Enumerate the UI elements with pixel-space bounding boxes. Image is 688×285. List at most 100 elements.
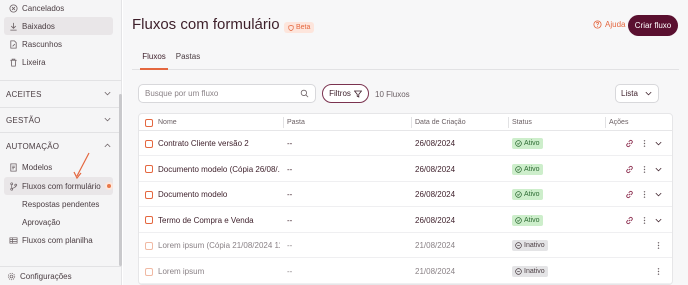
section-aceites[interactable]: ACEITES: [0, 82, 122, 106]
table-row[interactable]: Documento modelo (Cópia 26/08/... -- 26/08…: [139, 157, 672, 182]
select-all-checkbox[interactable]: [145, 114, 153, 131]
x-circle-icon: [8, 3, 18, 13]
sidebar-item-baixados[interactable]: Baixados: [4, 17, 113, 35]
table-row[interactable]: Contrato Cliente versão 2 -- 26/08/2024 Ati…: [139, 131, 672, 156]
sidebar-item-configuracoes[interactable]: Configurações: [0, 266, 122, 285]
sidebar-item-aprovacao[interactable]: Aprovação: [22, 215, 60, 229]
flow-name[interactable]: Documento modelo (Cópia 26/08/...: [158, 157, 280, 182]
beta-badge: Beta: [284, 22, 315, 33]
chevron-down-icon[interactable]: [654, 208, 663, 233]
annotation-arrow-icon: [73, 152, 90, 180]
check-circle-icon: [515, 217, 522, 224]
row-checkbox[interactable]: [145, 259, 153, 284]
sidebar-item-modelos[interactable]: Modelos: [0, 158, 113, 176]
sidebar-item-respostas-pendentes[interactable]: Respostas pendentes: [22, 197, 99, 211]
view-select[interactable]: Lista: [615, 84, 659, 103]
create-flow-button[interactable]: Criar fluxo: [628, 15, 678, 36]
more-vertical-icon[interactable]: [654, 233, 663, 258]
divider: [0, 80, 122, 81]
tab-fluxos[interactable]: Fluxos: [140, 52, 168, 70]
flow-folder: --: [287, 215, 293, 225]
search-input[interactable]: Busque por um fluxo: [138, 84, 316, 103]
column-header-data[interactable]: Data de Criação: [415, 114, 466, 131]
row-checkbox[interactable]: [145, 182, 153, 207]
filters-label: Filtros: [329, 89, 351, 98]
chevron-down-icon[interactable]: [654, 131, 663, 156]
more-vertical-icon[interactable]: [654, 259, 663, 284]
flow-status: Ativo: [512, 182, 543, 207]
row-checkbox[interactable]: [145, 157, 153, 182]
sidebar-item-label: Fluxos com formulário: [22, 181, 101, 191]
more-vertical-icon[interactable]: [640, 182, 649, 207]
flow-status: Ativo: [512, 157, 543, 182]
sidebar-item-fluxos-formulario[interactable]: Fluxos com formulário: [4, 177, 113, 195]
column-separator: [411, 117, 412, 128]
status-badge: Ativo: [512, 138, 543, 149]
sidebar-scrollbar[interactable]: [119, 94, 122, 266]
link-icon[interactable]: [625, 208, 634, 233]
table-row[interactable]: Documento modelo -- 26/08/2024 Ativo: [139, 182, 672, 208]
flow-name[interactable]: Contrato Cliente versão 2: [158, 131, 280, 156]
column-separator: [283, 117, 284, 128]
sidebar-item-label: Fluxos com planilha: [22, 235, 93, 245]
filter-icon: [353, 90, 362, 98]
chevron-down-icon: [103, 115, 112, 126]
flow-name[interactable]: Documento modelo: [158, 182, 280, 207]
link-icon[interactable]: [625, 182, 634, 207]
flow-name[interactable]: Lorem ipsum: [158, 259, 280, 284]
more-vertical-icon[interactable]: [640, 208, 649, 233]
table-row[interactable]: Lorem ipsum -- 21/08/2024 Inativo: [139, 259, 672, 284]
check-circle-icon: [515, 140, 522, 147]
flow-created-date: 26/08/2024: [415, 139, 456, 148]
column-separator: [508, 117, 509, 128]
more-vertical-icon[interactable]: [640, 157, 649, 182]
column-header-status[interactable]: Status: [512, 114, 532, 131]
table-row[interactable]: Lorem ipsum (Cópia 21/08/2024 11:... -- 21…: [139, 233, 672, 259]
row-checkbox[interactable]: [145, 233, 153, 258]
section-automacao[interactable]: AUTOMAÇÃO: [0, 134, 122, 158]
status-badge: Ativo: [512, 163, 543, 175]
file-edit-icon: [8, 39, 18, 49]
sidebar-item-fluxos-planilha[interactable]: Fluxos com planilha: [0, 231, 113, 249]
flow-created-date: 26/08/2024: [415, 190, 456, 200]
tab-pastas[interactable]: Pastas: [174, 52, 202, 70]
flow-name[interactable]: Lorem ipsum (Cópia 21/08/2024 11:...: [158, 233, 280, 258]
gear-icon: [6, 271, 16, 281]
link-icon[interactable]: [625, 131, 634, 156]
chevron-down-icon[interactable]: [654, 182, 663, 207]
minus-circle-icon: [515, 268, 522, 275]
flow-status: Ativo: [512, 131, 543, 156]
flow-created-date: 21/08/2024: [415, 241, 456, 251]
chevron-down-icon: [645, 91, 652, 96]
flow-folder: --: [287, 164, 293, 174]
column-header-nome[interactable]: Nome: [158, 114, 177, 131]
sidebar-item-cancelados[interactable]: Cancelados: [0, 0, 113, 17]
flow-folder: --: [287, 241, 293, 251]
trash-icon: [8, 57, 18, 67]
view-select-value: Lista: [621, 89, 638, 98]
shield-icon: [288, 24, 294, 31]
flow-name[interactable]: Termo de Compra e Venda: [158, 208, 280, 233]
row-checkbox[interactable]: [145, 208, 153, 233]
check-circle-icon: [515, 191, 522, 198]
flow-status: Ativo: [512, 208, 543, 233]
filters-button[interactable]: Filtros: [322, 84, 369, 103]
column-header-acoes: Ações: [609, 119, 629, 126]
sidebar-item-rascunhos[interactable]: Rascunhos: [0, 35, 113, 53]
status-badge: Ativo: [512, 189, 543, 201]
status-label: Inativo: [524, 268, 545, 275]
sidebar-item-label: Modelos: [22, 162, 53, 172]
column-header-pasta[interactable]: Pasta: [287, 114, 305, 131]
link-icon[interactable]: [625, 157, 634, 182]
search-placeholder: Busque por um fluxo: [145, 89, 219, 98]
more-vertical-icon[interactable]: [640, 131, 649, 156]
table-header: Nome Pasta Data de Criação Status Ações: [139, 114, 672, 131]
status-label: Ativo: [524, 216, 540, 224]
table-row[interactable]: Termo de Compra e Venda -- 26/08/2024 Ativo: [139, 208, 672, 233]
sidebar-item-lixeira[interactable]: Lixeira: [0, 53, 113, 71]
section-gestao[interactable]: GESTÃO: [0, 108, 122, 132]
help-link[interactable]: Ajuda: [593, 20, 625, 29]
chevron-down-icon[interactable]: [654, 157, 663, 182]
row-checkbox[interactable]: [145, 131, 153, 156]
status-label: Inativo: [524, 242, 545, 250]
